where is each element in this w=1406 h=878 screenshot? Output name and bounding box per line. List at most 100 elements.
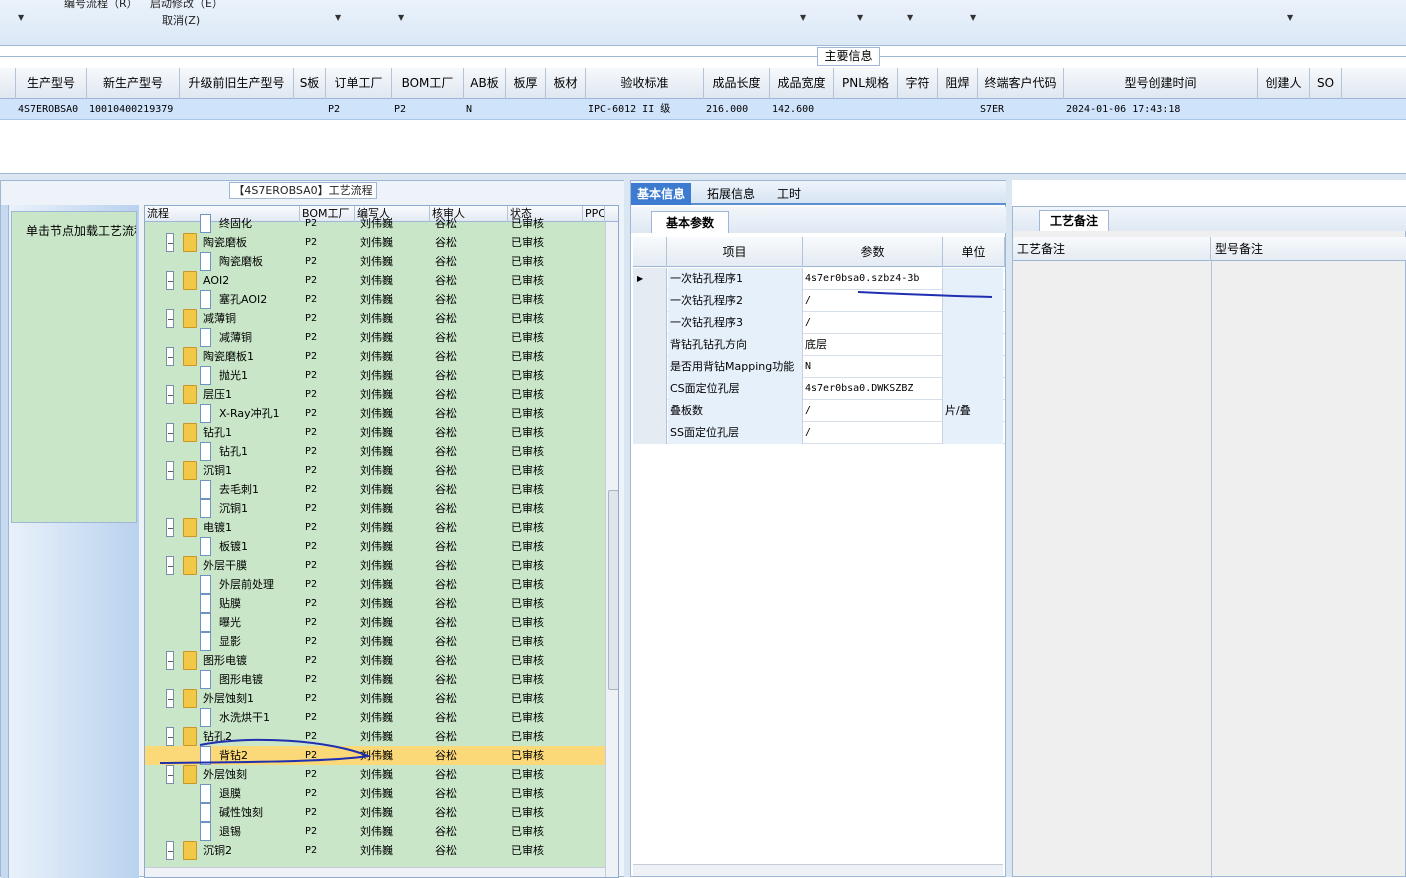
col-header[interactable]: 板材 — [546, 68, 586, 99]
collapse-node-icon[interactable]: − — [166, 556, 174, 575]
param-row[interactable]: 叠板数 / 片/叠 — [633, 400, 1005, 422]
dropdown-arrow-icon[interactable]: ▼ — [907, 13, 913, 22]
main-info-title[interactable]: 主要信息 — [817, 47, 880, 66]
param-value[interactable]: N — [803, 356, 943, 378]
row-header[interactable] — [633, 312, 667, 334]
col-header[interactable]: 阻焊 — [938, 68, 978, 99]
row-header[interactable] — [633, 334, 667, 356]
dropdown-arrow-icon[interactable]: ▼ — [18, 13, 24, 22]
tree-row[interactable]: − 减薄铜 P2 刘伟巍 谷松 已审核 — [145, 309, 605, 328]
collapse-node-icon[interactable]: − — [166, 518, 174, 537]
row-header[interactable] — [633, 290, 667, 312]
param-value[interactable]: / — [803, 400, 943, 422]
tab-basic-params[interactable]: 基本参数 — [651, 211, 730, 233]
col-header[interactable]: SO — [1310, 68, 1342, 99]
param-value[interactable]: / — [803, 290, 943, 312]
collapse-node-icon[interactable]: − — [166, 461, 174, 480]
col-header[interactable]: 成品长度 — [704, 68, 770, 99]
tree-row[interactable]: 退膜 P2 刘伟巍 谷松 已审核 — [145, 784, 605, 803]
tree-row[interactable]: 贴膜 P2 刘伟巍 谷松 已审核 — [145, 594, 605, 613]
collapse-node-icon[interactable]: − — [166, 841, 174, 860]
dropdown-arrow-icon[interactable]: ▼ — [1287, 13, 1293, 22]
col-header[interactable]: 创建人 — [1258, 68, 1310, 99]
tree-row[interactable]: 塞孔AOI2 P2 刘伟巍 谷松 已审核 — [145, 290, 605, 309]
menu-cancel[interactable]: 取消(Z) — [162, 12, 200, 28]
tree-row[interactable]: 钻孔1 P2 刘伟巍 谷松 已审核 — [145, 442, 605, 461]
tree-row[interactable]: − 陶瓷磨板1 P2 刘伟巍 谷松 已审核 — [145, 347, 605, 366]
load-flow-button[interactable]: 单击节点加载工艺流程 — [11, 211, 137, 523]
collapse-node-icon[interactable]: − — [166, 385, 174, 404]
tab-work-hours[interactable]: 工时 — [771, 183, 807, 205]
tree-row-selected[interactable]: 背钻2 P2 刘伟巍 谷松 已审核 — [145, 746, 605, 765]
col-header[interactable]: 新生产型号 — [87, 68, 180, 99]
tree-row[interactable]: − 钻孔2 P2 刘伟巍 谷松 已审核 — [145, 727, 605, 746]
tree-row[interactable]: 板镀1 P2 刘伟巍 谷松 已审核 — [145, 537, 605, 556]
dropdown-arrow-icon[interactable]: ▼ — [398, 13, 404, 22]
tree-row[interactable]: − 层压1 P2 刘伟巍 谷松 已审核 — [145, 385, 605, 404]
tree-row[interactable]: 沉铜1 P2 刘伟巍 谷松 已审核 — [145, 499, 605, 518]
tab-extended-info[interactable]: 拓展信息 — [701, 183, 761, 205]
collapse-node-icon[interactable]: − — [166, 651, 174, 670]
tree-row[interactable]: 退锡 P2 刘伟巍 谷松 已审核 — [145, 822, 605, 841]
col-header[interactable]: PNL规格 — [834, 68, 898, 99]
dropdown-arrow-icon[interactable]: ▼ — [800, 13, 806, 22]
tree-row[interactable]: − 钻孔1 P2 刘伟巍 谷松 已审核 — [145, 423, 605, 442]
col-header[interactable]: 字符 — [898, 68, 938, 99]
scroll-thumb[interactable] — [608, 490, 618, 690]
collapse-node-icon[interactable]: − — [166, 271, 174, 290]
dropdown-arrow-icon[interactable]: ▼ — [857, 13, 863, 22]
collapse-strip[interactable] — [1, 205, 9, 878]
tree-row[interactable]: X-Ray冲孔1 P2 刘伟巍 谷松 已审核 — [145, 404, 605, 423]
row-header[interactable] — [633, 378, 667, 400]
tree-row[interactable]: − 沉铜1 P2 刘伟巍 谷松 已审核 — [145, 461, 605, 480]
col-header[interactable]: S板 — [294, 68, 326, 99]
param-value[interactable]: 底层 — [803, 334, 943, 356]
param-col-header[interactable]: 参数 — [803, 237, 943, 267]
tree-row[interactable]: 显影 P2 刘伟巍 谷松 已审核 — [145, 632, 605, 651]
tree-row[interactable]: − 陶瓷磨板 P2 刘伟巍 谷松 已审核 — [145, 233, 605, 252]
collapse-node-icon[interactable]: − — [166, 689, 174, 708]
tab-basic-info[interactable]: 基本信息 — [631, 183, 692, 205]
collapse-node-icon[interactable]: − — [166, 233, 174, 252]
param-row[interactable]: SS面定位孔层 / — [633, 422, 1005, 444]
dropdown-arrow-icon[interactable]: ▼ — [970, 13, 976, 22]
menu-number-flow[interactable]: 编号流程（R） — [64, 0, 138, 11]
tree-row[interactable]: 抛光1 P2 刘伟巍 谷松 已审核 — [145, 366, 605, 385]
collapse-node-icon[interactable]: − — [166, 347, 174, 366]
col-header[interactable]: 成品宽度 — [770, 68, 834, 99]
collapse-node-icon[interactable]: − — [166, 309, 174, 328]
dropdown-arrow-icon[interactable]: ▼ — [335, 13, 341, 22]
col-header[interactable]: 型号创建时间 — [1064, 68, 1258, 99]
tree-vertical-scrollbar[interactable] — [605, 222, 618, 877]
param-row[interactable]: 是否用背钻Mapping功能 N — [633, 356, 1005, 378]
param-col-header[interactable]: 单位 — [943, 237, 1005, 267]
tree-row[interactable]: 水洗烘干1 P2 刘伟巍 谷松 已审核 — [145, 708, 605, 727]
tree-row[interactable]: 曝光 P2 刘伟巍 谷松 已审核 — [145, 613, 605, 632]
col-header[interactable]: BOM工厂 — [392, 68, 464, 99]
tree-horizontal-scrollbar[interactable] — [145, 867, 605, 877]
col-header[interactable]: 终端客户代码 — [978, 68, 1064, 99]
tree-row[interactable]: 图形电镀 P2 刘伟巍 谷松 已审核 — [145, 670, 605, 689]
tree-row[interactable]: 去毛刺1 P2 刘伟巍 谷松 已审核 — [145, 480, 605, 499]
tree-row[interactable]: − AOI2 P2 刘伟巍 谷松 已审核 — [145, 271, 605, 290]
param-row[interactable]: ▶ 一次钻孔程序1 4s7er0bsa0.szbz4-3b — [633, 268, 1005, 290]
row-header[interactable] — [633, 356, 667, 378]
table-row[interactable]: 4S7EROBSA0 10010400219379 P2 P2 N IPC-60… — [0, 99, 1406, 120]
param-horizontal-scrollbar[interactable] — [633, 864, 1003, 876]
param-value[interactable]: 4s7er0bsa0.DWKSZBZ — [803, 378, 943, 400]
process-remark-textarea[interactable] — [1013, 261, 1211, 878]
tree-row[interactable]: − 电镀1 P2 刘伟巍 谷松 已审核 — [145, 518, 605, 537]
tree-row[interactable]: 终固化 P2 刘伟巍 谷松 已审核 — [145, 214, 605, 233]
row-header[interactable] — [633, 400, 667, 422]
tree-row[interactable]: 外层前处理 P2 刘伟巍 谷松 已审核 — [145, 575, 605, 594]
param-col-header[interactable]: 项目 — [667, 237, 803, 267]
flow-tree[interactable]: 流程 BOM工厂 编写人 核审人 状态 PPC 终固化 P2 刘伟巍 谷松 已审核 − 陶瓷… — [144, 205, 619, 878]
menu-start-modify[interactable]: 启动修改（E） — [150, 0, 223, 11]
tree-row[interactable]: − 图形电镀 P2 刘伟巍 谷松 已审核 — [145, 651, 605, 670]
tree-row[interactable]: − 沉铜2 P2 刘伟巍 谷松 已审核 — [145, 841, 605, 860]
collapse-node-icon[interactable]: − — [166, 765, 174, 784]
tab-process-remarks[interactable]: 工艺备注 — [1039, 210, 1110, 231]
collapse-node-icon[interactable]: − — [166, 727, 174, 746]
col-header[interactable]: 生产型号 — [16, 68, 87, 99]
tree-row[interactable]: 陶瓷磨板 P2 刘伟巍 谷松 已审核 — [145, 252, 605, 271]
